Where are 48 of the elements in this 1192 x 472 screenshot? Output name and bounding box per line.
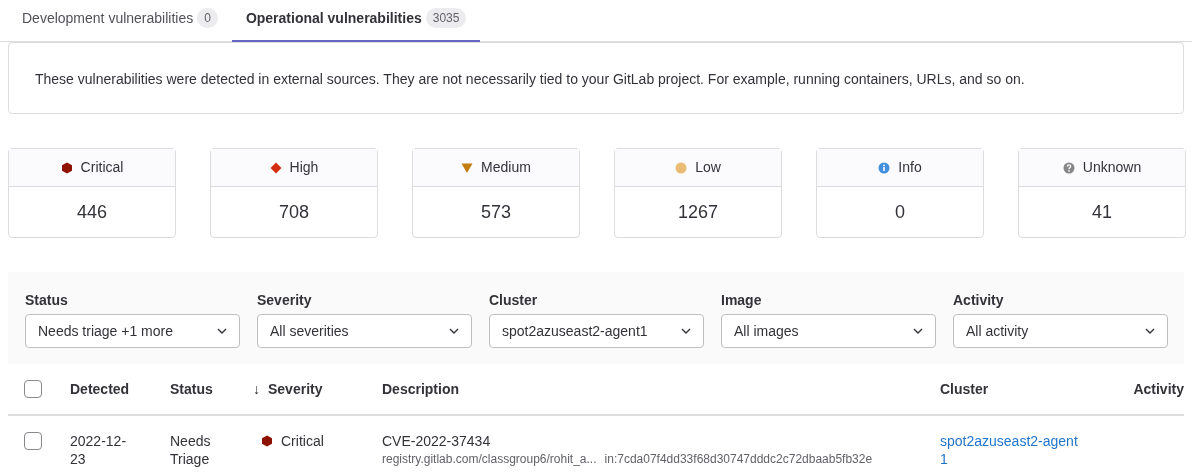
severity-count: 41 — [1092, 200, 1112, 224]
table-cell-text: Needs Triage — [170, 432, 212, 468]
severity-count: 446 — [76, 200, 107, 224]
filter-dropdown[interactable]: All activity — [953, 314, 1168, 348]
tab[interactable]: Development vulnerabilities 0 — [8, 0, 232, 42]
count-badge: 0 — [197, 8, 218, 28]
severity-count: 573 — [480, 200, 511, 224]
column-header: Description — [382, 380, 459, 397]
tab[interactable]: Operational vulnerabilities 3035 — [231, 0, 481, 42]
info-text: These vulnerabilities were detected in external sources. They are not necessarily tied to your GitLab project. For example, running containers, URLs, and so on. — [35, 70, 1026, 89]
vulnerability-title: CVE-2022-37434 — [382, 432, 492, 450]
severity-label: Low — [695, 158, 721, 177]
severity-label: Critical — [80, 158, 124, 177]
cluster-link[interactable]: spot2azuseast2-agent1 — [940, 432, 1100, 468]
sort-arrow[interactable]: ↓ — [253, 378, 260, 400]
checkbox[interactable] — [24, 380, 42, 398]
severity-count: 0 — [895, 200, 905, 224]
chevron-down-icon — [449, 328, 459, 334]
chevron-down-icon — [681, 328, 691, 334]
severity-label: Medium — [481, 158, 531, 177]
table-cell-text: 2022-12-23 — [70, 432, 128, 468]
severity-label: Info — [898, 158, 922, 177]
filter-label: Activity — [953, 291, 1005, 310]
column-header: Cluster — [940, 380, 989, 397]
filter-dropdown[interactable]: spot2azuseast2-agent1 — [489, 314, 704, 348]
filter-dropdown[interactable]: All severities — [257, 314, 472, 348]
chevron-down-icon — [1145, 328, 1155, 334]
filter-label: Status — [25, 291, 69, 310]
column-header[interactable]: Severity — [268, 378, 323, 400]
filter-label: Severity — [257, 291, 313, 310]
filter-dropdown[interactable]: Needs triage +1 more — [25, 314, 240, 348]
severity-label: High — [289, 158, 319, 177]
chevron-down-icon — [217, 328, 227, 334]
checkbox[interactable] — [24, 432, 42, 450]
image-digest: in:7cda07f4dd33f68d30747dddc2c72dbaab5fb32e — [604, 451, 873, 468]
severity-label: Critical — [281, 432, 324, 450]
count-badge: 3035 — [425, 8, 467, 28]
severity-count: 1267 — [677, 200, 718, 224]
column-header: Activity — [1133, 380, 1184, 397]
severity-label: Unknown — [1082, 158, 1142, 177]
severity-count: 708 — [278, 200, 309, 224]
image-path: registry.gitlab.com/classgroup6/rohit_a... — [382, 451, 597, 468]
column-header: Detected — [70, 380, 130, 397]
column-header: Status — [170, 380, 213, 397]
filter-label: Image — [721, 291, 763, 310]
filter-dropdown[interactable]: All images — [721, 314, 936, 348]
chevron-down-icon — [913, 328, 923, 334]
filter-label: Cluster — [489, 291, 539, 310]
